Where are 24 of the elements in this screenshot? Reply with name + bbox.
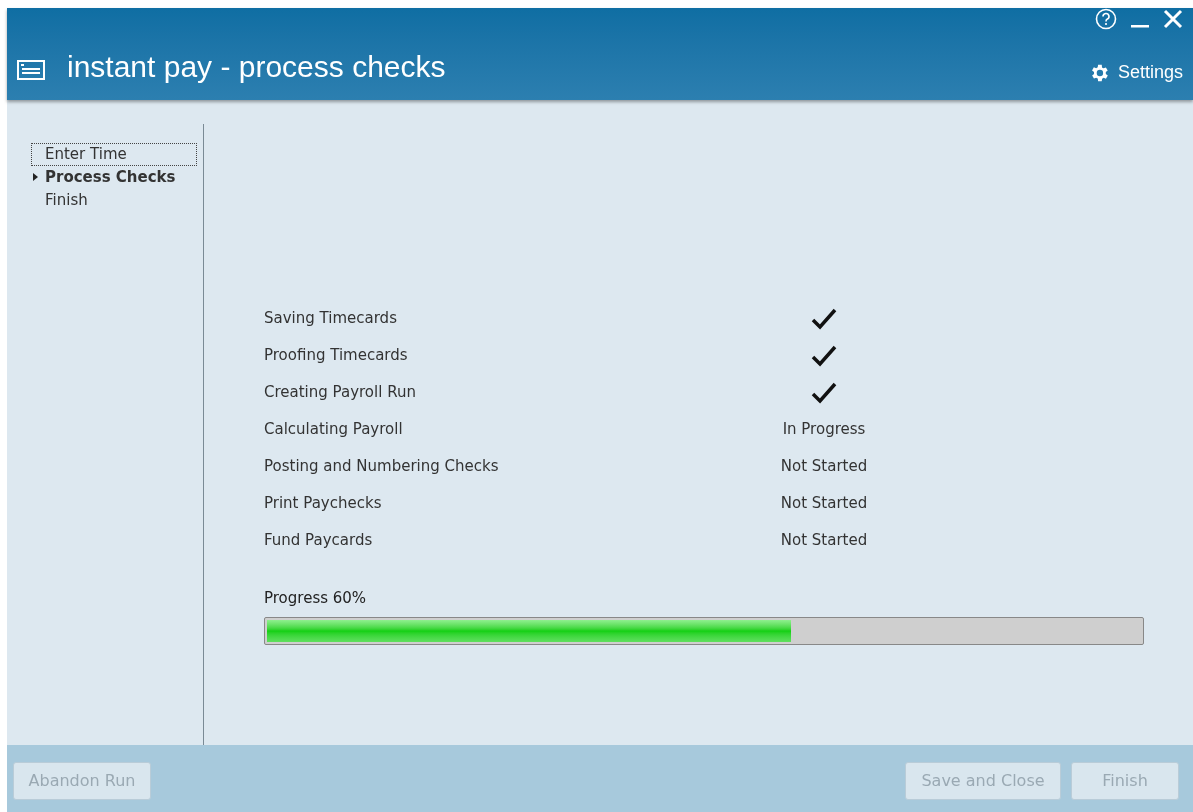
window-title: instant pay - process checks <box>67 52 446 82</box>
step-nav-item[interactable]: Finish <box>31 189 197 212</box>
progress-label: Progress 60% <box>264 588 367 609</box>
checkmark-icon <box>811 381 837 404</box>
step-label: Posting and Numbering Checks <box>264 456 500 478</box>
step-label: Print Paychecks <box>264 493 383 515</box>
step-label: Creating Payroll Run <box>264 382 417 404</box>
step-nav-item[interactable]: Process Checks <box>31 166 197 189</box>
help-icon[interactable] <box>1095 8 1117 30</box>
step-status: Not Started <box>780 456 868 478</box>
step-nav-item[interactable]: Enter Time <box>31 143 197 166</box>
step-label: Calculating Payroll <box>264 419 404 441</box>
checkmark-icon <box>811 344 837 367</box>
step-label: Fund Paycards <box>264 530 374 552</box>
step-label: Proofing Timecards <box>264 345 409 367</box>
settings-button[interactable]: Settings <box>1087 59 1183 86</box>
check-card-icon <box>17 60 45 80</box>
caret-icon <box>33 173 38 181</box>
close-icon[interactable] <box>1163 9 1183 29</box>
checkmark-icon <box>811 307 837 330</box>
step-status: Not Started <box>780 493 868 515</box>
step-status: Not Started <box>780 530 868 552</box>
step-label: Saving Timecards <box>264 308 398 330</box>
step-status: In Progress <box>782 419 866 441</box>
